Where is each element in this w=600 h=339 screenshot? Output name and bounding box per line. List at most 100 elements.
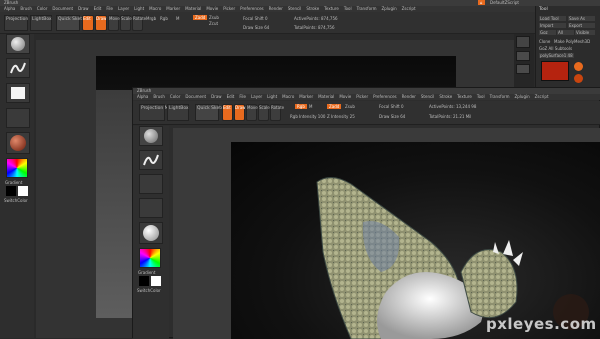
export-button[interactable]: Export	[568, 23, 595, 28]
front-menu-zscript[interactable]: Zscript	[535, 94, 549, 99]
goz-button[interactable]: Goz	[539, 30, 556, 35]
back-menu-layer[interactable]: Layer	[118, 6, 129, 11]
back-menu-stencil[interactable]: Stencil	[288, 6, 302, 11]
front-stroke-icon[interactable]	[139, 150, 163, 170]
back-menu-picker[interactable]: Picker	[223, 6, 235, 11]
front-menu-preferences[interactable]: Preferences	[373, 94, 397, 99]
gradient-label[interactable]: Gradient	[5, 180, 22, 185]
zoom-icon[interactable]	[516, 51, 530, 61]
actual-icon[interactable]	[516, 64, 530, 74]
front-menu-layer[interactable]: Layer	[251, 94, 262, 99]
front-menu-texture[interactable]: Texture	[457, 94, 472, 99]
make-polymesh-button[interactable]: Make PolyMesh3D	[554, 39, 590, 44]
front-menu-render[interactable]: Render	[402, 94, 416, 99]
front-menu-stroke[interactable]: Stroke	[439, 94, 452, 99]
focal-shift-slider[interactable]: Focal Shift 0	[243, 16, 268, 21]
script-button[interactable]: ⌂	[478, 0, 485, 5]
goz-all-subtools-button[interactable]: GoZ All Subtools	[539, 46, 572, 51]
visible-button[interactable]: Visible	[575, 30, 595, 35]
front-rgb-intensity-slider[interactable]: Rgb Intensity 100	[290, 114, 325, 119]
front-primary-color-swatch[interactable]	[139, 276, 149, 286]
back-menu-zscript[interactable]: Zscript	[402, 6, 416, 11]
back-menu-preferences[interactable]: Preferences	[240, 6, 264, 11]
front-color-picker[interactable]	[139, 248, 161, 268]
front-alpha-icon[interactable]	[139, 174, 163, 194]
back-menu-movie[interactable]: Movie	[206, 6, 218, 11]
front-menu-picker[interactable]: Picker	[356, 94, 368, 99]
primary-color-swatch[interactable]	[6, 186, 16, 196]
rotate-button[interactable]: Rotate	[132, 15, 146, 31]
front-material-icon[interactable]	[139, 222, 163, 244]
clone-button[interactable]: Clone	[539, 39, 550, 44]
front-menu-draw[interactable]: Draw	[211, 94, 221, 99]
back-menu-edit[interactable]: Edit	[94, 6, 102, 11]
front-menu-tool[interactable]: Tool	[477, 94, 485, 99]
zcut-toggle[interactable]: Zcut	[209, 21, 218, 26]
front-quick-sketch-button[interactable]: Quick Sketch	[195, 104, 226, 121]
back-menu-zplugin[interactable]: Zplugin	[382, 6, 397, 11]
move-button[interactable]: Move	[108, 15, 120, 31]
front-menu-material[interactable]: Material	[318, 94, 334, 99]
back-menu-render[interactable]: Render	[269, 6, 283, 11]
front-texture-icon[interactable]	[139, 198, 163, 218]
front-z-intensity-slider[interactable]: Z Intensity 25	[327, 114, 355, 119]
front-menu-marker[interactable]: Marker	[299, 94, 313, 99]
front-lightbox-button[interactable]: LightBox	[167, 104, 189, 121]
brush-sphere-icon[interactable]	[6, 34, 30, 54]
zsub-toggle[interactable]: Zsub	[209, 15, 219, 20]
front-menu-alpha[interactable]: Alpha	[137, 94, 148, 99]
alpha-icon[interactable]	[6, 83, 30, 103]
front-menu-color[interactable]: Color	[170, 94, 180, 99]
front-switch-color-label[interactable]: SwitchColor	[137, 288, 161, 293]
subtool-label[interactable]: polySurface1 48	[539, 53, 574, 58]
back-menu-light[interactable]: Light	[134, 6, 144, 11]
front-menu-document[interactable]: Document	[185, 94, 206, 99]
all-button[interactable]: All	[557, 30, 574, 35]
load-tool-button[interactable]: Load Tool	[539, 16, 566, 21]
front-scale-button[interactable]: Scale	[258, 104, 270, 121]
star-tool-icon[interactable]	[574, 74, 583, 83]
back-menu-document[interactable]: Document	[52, 6, 73, 11]
back-menu-color[interactable]: Color	[37, 6, 47, 11]
back-menu-marker[interactable]: Marker	[166, 6, 180, 11]
front-menu-light[interactable]: Light	[267, 94, 277, 99]
m-toggle[interactable]: M	[176, 16, 179, 21]
front-m-toggle[interactable]: M	[309, 104, 312, 109]
front-menu-macro[interactable]: Macro	[282, 94, 294, 99]
back-menu-material[interactable]: Material	[185, 6, 201, 11]
mrgb-toggle[interactable]: Mrgb	[146, 16, 156, 21]
front-zadd-toggle[interactable]: Zadd	[327, 104, 342, 109]
front-move-button[interactable]: Move	[246, 104, 258, 121]
edit-button[interactable]: Edit	[82, 15, 94, 31]
back-menu-tool[interactable]: Tool	[344, 6, 352, 11]
back-menu-macro[interactable]: Macro	[149, 6, 161, 11]
front-menu-edit[interactable]: Edit	[227, 94, 235, 99]
front-draw-size-slider[interactable]: Draw Size 64	[379, 114, 405, 119]
scale-button[interactable]: Scale	[120, 15, 132, 31]
simple-brush-icon[interactable]	[574, 62, 583, 71]
draw-button[interactable]: Draw	[95, 15, 107, 31]
color-picker[interactable]	[6, 158, 28, 178]
zadd-toggle[interactable]: Zadd	[193, 15, 208, 20]
front-menu-file[interactable]: File	[239, 94, 246, 99]
front-draw-button[interactable]: Draw	[234, 104, 245, 121]
front-focal-shift-slider[interactable]: Focal Shift 0	[379, 104, 404, 109]
bpr-icon[interactable]	[516, 36, 530, 48]
front-menu-zplugin[interactable]: Zplugin	[515, 94, 530, 99]
front-gradient-label[interactable]: Gradient	[138, 270, 155, 275]
front-edit-button[interactable]: Edit	[222, 104, 233, 121]
back-menu-brush[interactable]: Brush	[20, 6, 32, 11]
front-menu-brush[interactable]: Brush	[153, 94, 165, 99]
material-icon[interactable]	[6, 132, 30, 154]
front-brush-icon[interactable]	[139, 126, 163, 146]
front-canvas[interactable]	[231, 142, 600, 339]
back-menu-alpha[interactable]: Alpha	[4, 6, 15, 11]
front-projection-master-button[interactable]: Projection Master	[139, 104, 180, 121]
projection-master-button[interactable]: Projection Master	[4, 15, 45, 31]
stroke-icon[interactable]	[6, 58, 30, 78]
back-menu-file[interactable]: File	[106, 6, 113, 11]
front-rgb-toggle[interactable]: Rgb	[295, 104, 307, 109]
front-zsub-toggle[interactable]: Zsub	[345, 104, 355, 109]
front-menu-stencil[interactable]: Stencil	[421, 94, 435, 99]
front-menu-movie[interactable]: Movie	[339, 94, 351, 99]
